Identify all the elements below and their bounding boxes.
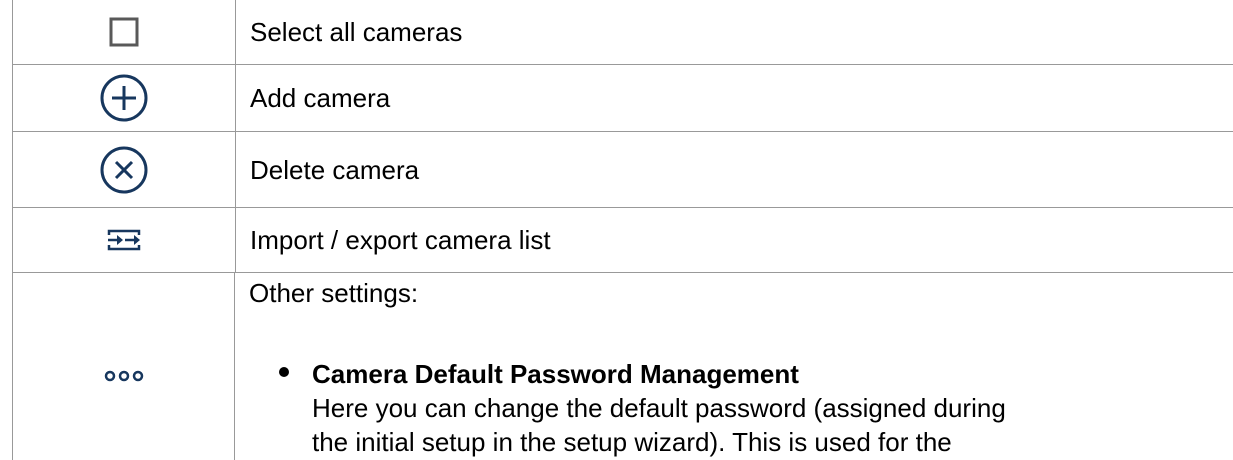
- table-row: Other settings: Camera Default Password …: [13, 273, 1233, 460]
- list-item: Camera Default Password Management Here …: [279, 357, 1012, 459]
- import-export-description: Import / export camera list: [250, 225, 551, 255]
- delete-camera-description: Delete camera: [250, 154, 420, 185]
- icon-cell: [13, 273, 235, 460]
- import-export-icon: [106, 229, 142, 251]
- other-settings-label: Other settings:: [249, 278, 419, 308]
- more-options-icon: [104, 370, 144, 382]
- other-settings-description: Other settings: Camera Default Password …: [235, 273, 1233, 460]
- icon-cell: [13, 132, 236, 207]
- table-row: Add camera: [13, 65, 1233, 132]
- table-row: Delete camera: [13, 132, 1233, 208]
- settings-bullet-list: Camera Default Password Management Here …: [279, 357, 1012, 459]
- add-circle-icon: [99, 73, 149, 123]
- table-row: Import / export camera list: [13, 208, 1233, 273]
- icon-cell: [13, 65, 236, 131]
- select-all-description: Select all cameras: [250, 17, 463, 47]
- bullet-description: Here you can change the default password…: [312, 393, 1006, 457]
- add-camera-description: Add camera: [250, 83, 391, 113]
- table-row: Select all cameras: [13, 0, 1233, 65]
- delete-circle-icon: [99, 145, 149, 195]
- icon-cell: [13, 0, 236, 64]
- checkbox-icon: [109, 17, 139, 47]
- icon-reference-table: Select all cameras Add camera Delete cam…: [12, 0, 1233, 460]
- bullet-icon: [279, 367, 289, 377]
- bullet-title: Camera Default Password Management: [312, 359, 799, 389]
- icon-cell: [13, 208, 236, 272]
